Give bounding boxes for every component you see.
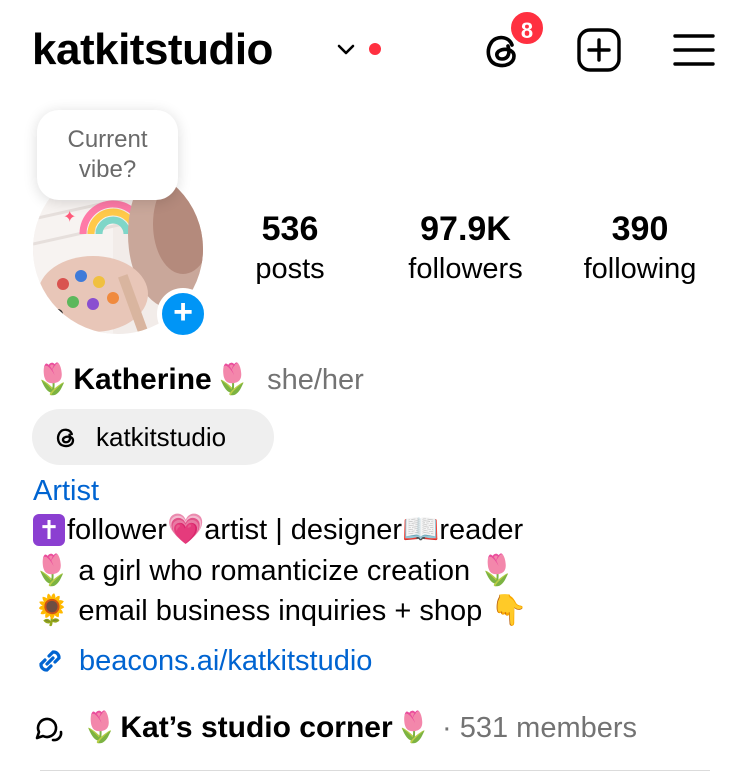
bio-line-1: ✝ follower 💗 artist | designer 📖 reader bbox=[33, 512, 723, 548]
posts-count: 536 bbox=[261, 210, 319, 248]
display-name: Katherine bbox=[73, 363, 212, 396]
followers-stat[interactable]: 97.9K followers bbox=[393, 210, 538, 290]
sunflower-emoji: 🌻 bbox=[33, 594, 71, 627]
bio-line-3: 🌻 email business inquiries + shop 👇 bbox=[33, 593, 723, 629]
username[interactable]: katkitstudio bbox=[32, 26, 273, 74]
menu-icon[interactable] bbox=[672, 30, 716, 70]
following-count: 390 bbox=[611, 210, 669, 248]
community-members-count: · 531 members bbox=[442, 711, 638, 744]
bio-text: artist | designer bbox=[204, 514, 403, 546]
profile-header: katkitstudio 8 bbox=[0, 0, 750, 100]
threads-handle: katkitstudio bbox=[96, 421, 227, 452]
bio-text: follower bbox=[67, 514, 167, 546]
link-text[interactable]: beacons.ai/katkitstudio bbox=[79, 645, 372, 678]
display-name-row: 🌷 Katherine 🌷 she/her bbox=[34, 360, 364, 400]
profile-category[interactable]: Artist bbox=[33, 474, 99, 508]
chat-bubbles-icon bbox=[35, 717, 63, 742]
tulip-emoji: 🌷 bbox=[33, 554, 71, 587]
threads-profile-chip[interactable]: katkitstudio bbox=[32, 409, 274, 465]
tulip-emoji: 🌷 bbox=[213, 363, 252, 396]
posts-stat[interactable]: 536 posts bbox=[235, 210, 345, 290]
bio-text: reader bbox=[439, 514, 524, 546]
following-stat[interactable]: 390 following bbox=[565, 210, 715, 290]
threads-icon bbox=[56, 428, 75, 448]
book-emoji: 📖 bbox=[402, 513, 440, 546]
tulip-emoji: 🌷 bbox=[478, 554, 516, 587]
pronouns: she/her bbox=[267, 363, 364, 396]
following-label: following bbox=[583, 253, 697, 285]
threads-badge: 8 bbox=[508, 9, 546, 47]
posts-label: posts bbox=[255, 253, 325, 285]
followers-label: followers bbox=[408, 253, 523, 285]
svg-text:✦: ✦ bbox=[63, 207, 76, 226]
link-icon bbox=[39, 650, 61, 672]
section-divider bbox=[40, 770, 710, 771]
bio-text: a girl who romanticize creation bbox=[70, 555, 479, 587]
bio-text: email business inquiries + shop bbox=[70, 595, 491, 627]
add-story-button[interactable]: + bbox=[157, 288, 209, 340]
tulip-emoji: 🌷 bbox=[34, 363, 72, 396]
tulip-emoji: 🌷 bbox=[394, 711, 432, 744]
plus-square-icon[interactable] bbox=[576, 27, 622, 73]
chevron-down-icon[interactable] bbox=[336, 40, 356, 60]
pointing-down-emoji: 👇 bbox=[490, 594, 528, 627]
note-bubble[interactable]: Current vibe? bbox=[37, 110, 178, 200]
community-name: Kat’s studio corner bbox=[120, 711, 393, 744]
community-chat-row[interactable]: 🌷 Kat’s studio corner 🌷 · 531 members bbox=[33, 706, 723, 750]
followers-count: 97.9K bbox=[420, 210, 511, 248]
notification-dot bbox=[369, 43, 381, 55]
cross-emoji: ✝ bbox=[33, 514, 65, 546]
profile-link[interactable]: beacons.ai/katkitstudio bbox=[33, 644, 372, 678]
tulip-emoji: 🌷 bbox=[81, 711, 119, 744]
bio-line-2: 🌷 a girl who romanticize creation 🌷 bbox=[33, 553, 723, 589]
heart-emoji: 💗 bbox=[166, 513, 205, 546]
